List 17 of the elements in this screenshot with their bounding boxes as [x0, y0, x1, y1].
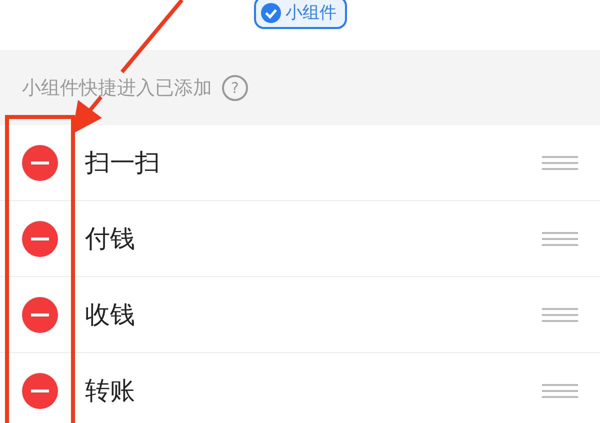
drag-handle-icon[interactable]: [542, 384, 578, 398]
item-label: 付钱: [85, 223, 136, 255]
item-label: 扫一扫: [85, 147, 161, 179]
remove-icon[interactable]: [22, 296, 58, 332]
remove-icon[interactable]: [22, 220, 58, 256]
item-label: 收钱: [85, 299, 136, 331]
check-icon: [260, 2, 282, 24]
help-icon[interactable]: ?: [222, 74, 248, 100]
drag-handle-icon[interactable]: [542, 232, 578, 246]
drag-handle-icon[interactable]: [542, 156, 578, 170]
section-title: 小组件快捷进入已添加: [22, 76, 212, 100]
remove-icon[interactable]: [22, 144, 58, 180]
badge-label: 小组件: [286, 2, 336, 24]
widget-badge[interactable]: 小组件: [254, 0, 346, 29]
remove-icon[interactable]: [22, 372, 58, 408]
item-label: 转账: [85, 375, 136, 407]
drag-handle-icon[interactable]: [542, 308, 578, 322]
